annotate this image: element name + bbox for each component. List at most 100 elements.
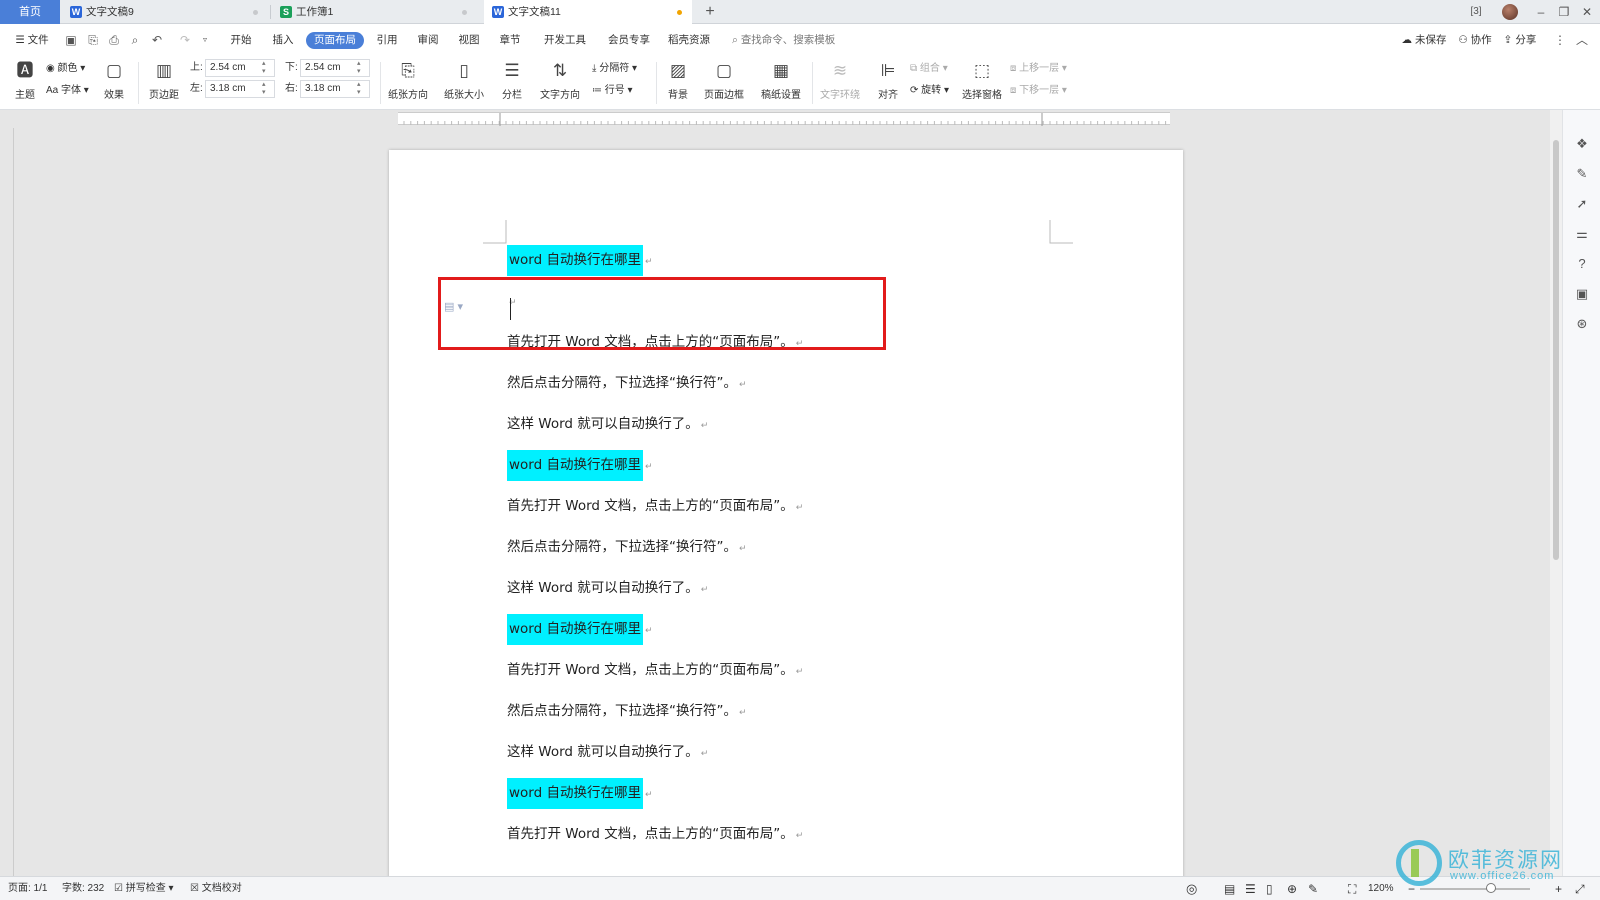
undo-icon[interactable]: ↶ xyxy=(150,33,164,47)
body-paragraph[interactable]: 这样 Word 就可以自动换行了。 ↵ xyxy=(507,737,708,768)
document-page[interactable]: word 自动换行在哪里 ↵ ↵ 首先打开 Word 文档，点击上方的“页面布局”。 ↵… xyxy=(389,150,1183,876)
menu-docer[interactable]: 稻壳资源 xyxy=(664,32,714,49)
menu-page-layout[interactable]: 页面布局 xyxy=(306,32,364,49)
unsaved-status-button[interactable]: ☁ 未保存 xyxy=(1398,32,1450,49)
tab-doc-2[interactable]: S 工作簿1 xyxy=(272,0,477,24)
breaks-button[interactable]: ⤓ 分隔符 ▾ xyxy=(592,60,637,78)
tab-doc-1[interactable]: W 文字文稿9 xyxy=(62,0,268,24)
unsaved-dot[interactable] xyxy=(677,10,682,15)
spinner-icon[interactable]: ▴ ▾ xyxy=(262,60,266,76)
menu-start[interactable]: 开始 xyxy=(226,32,256,49)
group-button[interactable]: ⧉ 组合 ▾ xyxy=(910,60,948,78)
body-paragraph[interactable]: 首先打开 Word 文档，点击上方的“页面布局”。 ↵ xyxy=(507,491,803,522)
eye-protect-icon[interactable]: ◎ xyxy=(1186,877,1197,900)
tab-close-dot[interactable] xyxy=(462,10,467,15)
effect-button[interactable]: ▢ 效果 xyxy=(96,58,132,106)
spell-check-button[interactable]: ☑ 拼写检查 ▾ xyxy=(114,877,174,900)
body-paragraph[interactable]: 然后点击分隔符，下拉选择“换行符”。 ↵ xyxy=(507,532,747,563)
rotate-button[interactable]: ⟳ 旋转 ▾ xyxy=(910,82,949,100)
body-paragraph[interactable]: 首先打开 Word 文档，点击上方的“页面布局”。 ↵ xyxy=(507,655,803,686)
restore-icon[interactable]: ❐ xyxy=(1553,0,1575,24)
export-pdf-icon[interactable]: ⎘ xyxy=(86,33,100,47)
send-backward-button[interactable]: ⧈ 下移一层 ▾ xyxy=(1010,82,1067,100)
menu-member[interactable]: 会员专享 xyxy=(604,32,654,49)
paper-size-button[interactable]: ▯ 纸张大小 xyxy=(438,58,490,106)
menu-insert[interactable]: 插入 xyxy=(268,32,298,49)
close-icon[interactable]: ✕ xyxy=(1576,0,1598,24)
location-icon[interactable]: ⊛ xyxy=(1574,316,1590,332)
tab-doc-3-active[interactable]: W 文字文稿11 xyxy=(484,0,692,24)
image-tool-icon[interactable]: ▣ xyxy=(1574,286,1590,302)
more-icon[interactable]: ⋮ xyxy=(1553,33,1567,47)
command-search[interactable]: ⌕ 查找命令、搜索模板 xyxy=(732,32,852,49)
page-border-button[interactable]: ▢ 页面边框 xyxy=(700,58,748,106)
tab-close-dot[interactable] xyxy=(253,10,258,15)
manuscript-settings-button[interactable]: ▦ 稿纸设置 xyxy=(756,58,806,106)
align-button[interactable]: ⊫ 对齐 xyxy=(870,58,906,106)
ruler-scale[interactable] xyxy=(398,112,1170,126)
minimize-icon[interactable]: – xyxy=(1530,0,1552,24)
menu-review[interactable]: 审阅 xyxy=(413,32,443,49)
page-view-icon[interactable]: ▤ xyxy=(1224,877,1235,900)
avatar[interactable] xyxy=(1502,4,1518,20)
write-mode-icon[interactable]: ✎ xyxy=(1308,877,1318,900)
heading-paragraph[interactable]: word 自动换行在哪里 ↵ xyxy=(507,450,653,481)
doc-proofread-button[interactable]: ☒ 文档校对 xyxy=(190,877,242,900)
orientation-button[interactable]: ⎘ 纸张方向 xyxy=(382,58,434,106)
body-paragraph[interactable]: 这样 Word 就可以自动换行了。 ↵ xyxy=(507,409,708,440)
font-scheme-button[interactable]: Aa 字体 ▾ xyxy=(46,82,89,100)
settings-sliders-icon[interactable]: ⚌ xyxy=(1574,226,1590,242)
tab-home[interactable]: 首页 xyxy=(0,0,60,24)
scrollbar-thumb[interactable] xyxy=(1553,140,1559,560)
save-icon[interactable]: ▣ xyxy=(64,33,78,47)
wrap-text-button[interactable]: ≋ 文字环绕 xyxy=(814,58,866,106)
document-canvas[interactable]: word 自动换行在哪里 ↵ ↵ 首先打开 Word 文档，点击上方的“页面布局”。 ↵… xyxy=(14,128,1554,876)
reading-view-icon[interactable]: ▯ xyxy=(1266,877,1273,900)
spinner-icon[interactable]: ▴ ▾ xyxy=(357,60,361,76)
customize-quick-access-icon[interactable]: ▿ xyxy=(198,33,212,47)
add-tab-button[interactable]: + xyxy=(700,2,720,22)
collaborate-button[interactable]: ⚇ 协作 xyxy=(1455,32,1495,49)
spinner-icon[interactable]: ▴ ▾ xyxy=(262,81,266,97)
heading-paragraph[interactable]: word 自动换行在哪里 ↵ xyxy=(507,778,653,809)
print-preview-icon[interactable]: ⌕ xyxy=(128,33,142,47)
word-count[interactable]: 字数: 232 xyxy=(62,877,104,900)
selection-pane-button[interactable]: ⬚ 选择窗格 xyxy=(960,58,1004,106)
file-menu[interactable]: ☰ 文件 xyxy=(10,32,54,49)
columns-button[interactable]: ☰ 分栏 xyxy=(494,58,530,106)
theme-button[interactable]: 🅰 主题 xyxy=(8,58,42,106)
style-icon[interactable]: ❖ xyxy=(1574,136,1590,152)
help-icon[interactable]: ? xyxy=(1574,256,1590,272)
vertical-scrollbar[interactable] xyxy=(1550,110,1562,876)
window-count-icon[interactable]: [3] xyxy=(1465,0,1487,24)
menu-chapter[interactable]: 章节 xyxy=(495,32,525,49)
redo-icon[interactable]: ↷ xyxy=(178,33,192,47)
share-button[interactable]: ⇪ 分享 xyxy=(1500,32,1540,49)
line-numbers-button[interactable]: ≔ 行号 ▾ xyxy=(592,82,633,100)
web-view-icon[interactable]: ⊕ xyxy=(1287,877,1297,900)
menu-developer[interactable]: 开发工具 xyxy=(540,32,590,49)
pen-icon[interactable]: ✎ xyxy=(1574,166,1590,182)
collapse-ribbon-icon[interactable]: ︿ xyxy=(1575,33,1589,47)
color-button[interactable]: ◉ 颜色 ▾ xyxy=(46,60,85,78)
print-icon[interactable]: ⎙ xyxy=(107,33,121,47)
background-button[interactable]: ▨ 背景 xyxy=(660,58,696,106)
vertical-ruler[interactable] xyxy=(0,128,14,876)
select-cursor-icon[interactable]: ➚ xyxy=(1574,196,1590,212)
fit-page-icon[interactable]: ⛶ xyxy=(1348,877,1356,900)
margins-button[interactable]: ▥ 页边距 xyxy=(142,58,186,106)
body-paragraph[interactable]: 然后点击分隔符，下拉选择“换行符”。 ↵ xyxy=(507,368,747,399)
page-count[interactable]: 页面: 1/1 xyxy=(8,877,47,900)
spinner-icon[interactable]: ▴ ▾ xyxy=(357,81,361,97)
text-direction-button[interactable]: ⇅ 文字方向 xyxy=(534,58,586,106)
bring-forward-button[interactable]: ⧈ 上移一层 ▾ xyxy=(1010,60,1067,78)
heading-paragraph[interactable]: word 自动换行在哪里 ↵ xyxy=(507,245,653,276)
body-paragraph[interactable]: 然后点击分隔符，下拉选择“换行符”。 ↵ xyxy=(507,696,747,727)
menu-view[interactable]: 视图 xyxy=(454,32,484,49)
outline-view-icon[interactable]: ☰ xyxy=(1245,877,1256,900)
body-paragraph[interactable]: 这样 Word 就可以自动换行了。 ↵ xyxy=(507,573,708,604)
zoom-level[interactable]: 120% xyxy=(1368,877,1394,900)
menu-references[interactable]: 引用 xyxy=(372,32,402,49)
heading-paragraph[interactable]: word 自动换行在哪里 ↵ xyxy=(507,614,653,645)
body-paragraph[interactable]: 首先打开 Word 文档，点击上方的“页面布局”。 ↵ xyxy=(507,819,803,850)
